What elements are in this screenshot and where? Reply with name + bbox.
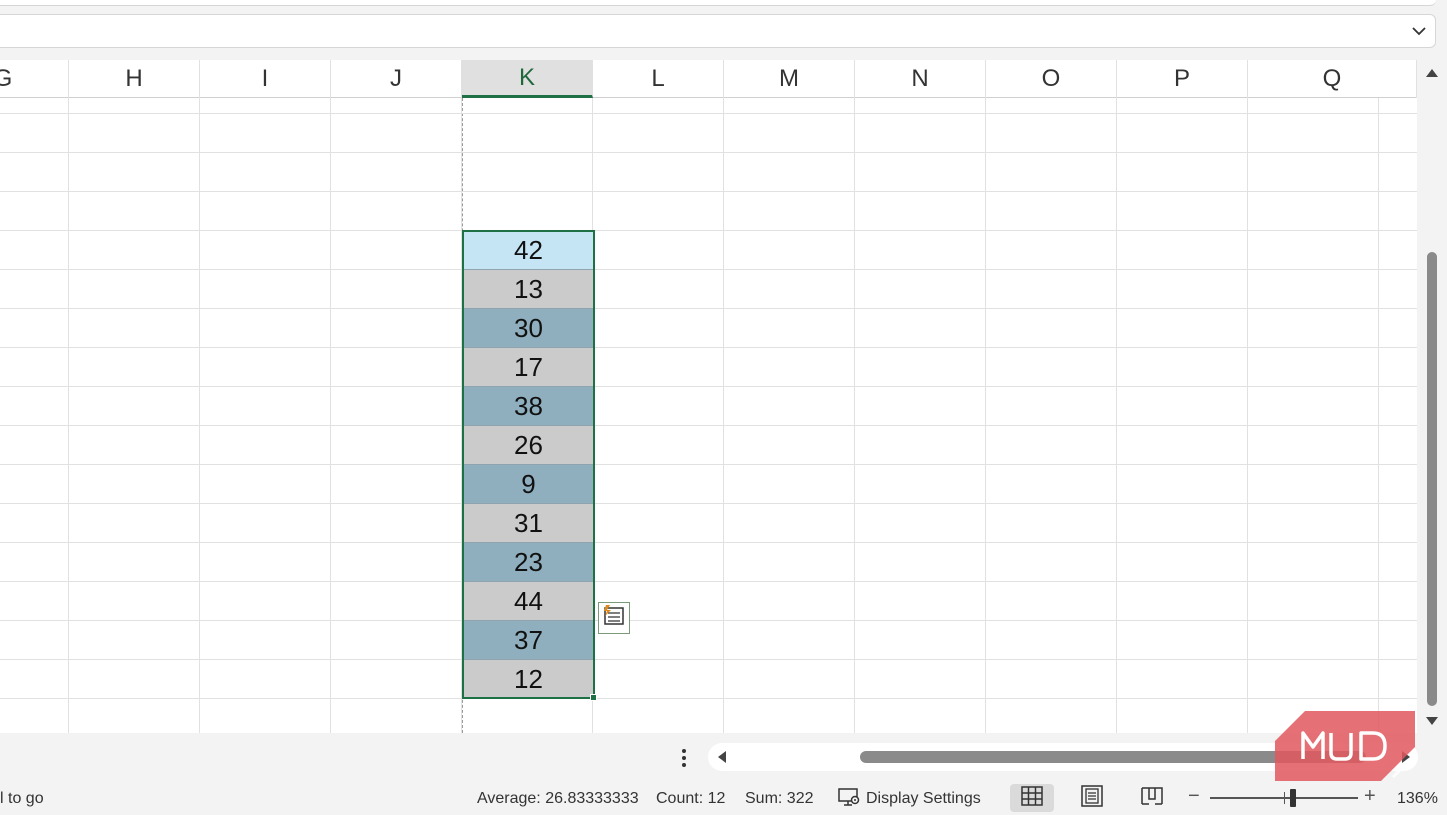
grid-vline [1116, 98, 1117, 733]
column-header-q[interactable]: Q [1248, 60, 1417, 98]
grid-hline [0, 542, 1417, 543]
grid-hline [0, 581, 1417, 582]
cell-k2[interactable]: 13 [463, 270, 594, 309]
scroll-down-icon[interactable] [1425, 714, 1439, 728]
grid-hline [0, 386, 1417, 387]
display-settings-button[interactable]: Display Settings [838, 786, 981, 812]
column-header-h[interactable]: H [69, 60, 200, 98]
cell-k1[interactable]: 42 [463, 231, 594, 270]
page-icon [1081, 784, 1103, 812]
grid-hline [0, 698, 1417, 699]
scroll-right-icon[interactable] [1398, 749, 1414, 765]
grid-hline [0, 191, 1417, 192]
grid-vline [461, 98, 462, 733]
grid-hline [0, 308, 1417, 309]
page-break-icon [1141, 785, 1163, 812]
grid-vline [985, 98, 986, 733]
grid-vline [68, 98, 69, 733]
column-header-row: GHIJKLMNOPQ [0, 60, 1417, 98]
normal-view-button[interactable] [1010, 784, 1054, 812]
grid-hline [0, 269, 1417, 270]
column-header-n[interactable]: N [855, 60, 986, 98]
cell-k3[interactable]: 30 [463, 309, 594, 348]
column-header-j[interactable]: J [331, 60, 462, 98]
status-bar: l to go Average: 26.83333333 Count: 12 S… [0, 781, 1447, 815]
zoom-level[interactable]: 136% [1397, 790, 1438, 808]
grid-hline [0, 464, 1417, 465]
worksheet-grid[interactable]: 42 13 30 17 38 26 9 31 23 44 37 12 [0, 98, 1417, 733]
cell-k11[interactable]: 37 [463, 621, 594, 660]
vertical-scrollbar[interactable] [1417, 60, 1447, 733]
cell-k4[interactable]: 17 [463, 348, 594, 387]
cell-k6[interactable]: 26 [463, 426, 594, 465]
grid-hline [0, 152, 1417, 153]
vertical-scroll-thumb[interactable] [1427, 252, 1437, 706]
scroll-up-icon[interactable] [1425, 66, 1439, 80]
grid-hline [0, 230, 1417, 231]
column-header-m[interactable]: M [724, 60, 855, 98]
column-header-g[interactable]: G [0, 60, 69, 98]
formula-bar[interactable] [0, 14, 1436, 48]
grid-vline [1378, 98, 1379, 733]
cell-k5[interactable]: 38 [463, 387, 594, 426]
display-settings-label: Display Settings [866, 790, 981, 807]
grid-hline [0, 620, 1417, 621]
grid-vline [1247, 98, 1248, 733]
grid-hline [0, 503, 1417, 504]
grid-icon [1021, 785, 1043, 811]
column-header-p[interactable]: P [1117, 60, 1248, 98]
monitor-gear-icon [838, 787, 862, 812]
grid-hline [0, 347, 1417, 348]
status-count[interactable]: Count: 12 [656, 790, 725, 808]
column-header-l[interactable]: L [593, 60, 724, 98]
page-layout-view-button[interactable] [1070, 784, 1114, 812]
status-sum[interactable]: Sum: 322 [745, 790, 813, 808]
status-average[interactable]: Average: 26.83333333 [477, 790, 639, 808]
chevron-down-icon[interactable] [1409, 21, 1429, 41]
column-header-o[interactable]: O [986, 60, 1117, 98]
sheet-tab-bar [0, 733, 1447, 781]
column-header-k[interactable]: K [462, 60, 593, 98]
scroll-left-icon[interactable] [714, 749, 730, 765]
grid-hline [0, 659, 1417, 660]
horizontal-scroll-thumb[interactable] [860, 751, 1366, 763]
page-break-view-button[interactable] [1130, 784, 1174, 812]
quick-analysis-button[interactable] [598, 602, 630, 634]
grid-vline [199, 98, 200, 733]
zoom-in-button[interactable]: + [1364, 785, 1376, 808]
column-header-i[interactable]: I [200, 60, 331, 98]
zoom-slider-midpoint [1284, 792, 1285, 804]
status-mode-text: l to go [0, 790, 44, 807]
grid-vline [723, 98, 724, 733]
cell-k10[interactable]: 44 [463, 582, 594, 621]
horizontal-scrollbar[interactable] [708, 743, 1418, 771]
cell-k9[interactable]: 23 [463, 543, 594, 582]
cell-k7[interactable]: 9 [463, 465, 594, 504]
quick-analysis-icon [602, 604, 626, 633]
cell-k8[interactable]: 31 [463, 504, 594, 543]
zoom-out-button[interactable]: − [1188, 785, 1200, 808]
ribbon-edge [0, 0, 1436, 6]
grid-hline [0, 113, 1417, 114]
grid-vline [330, 98, 331, 733]
grid-vline [854, 98, 855, 733]
excel-window: GHIJKLMNOPQ 42 13 30 17 38 26 9 31 23 44 37 12 [0, 0, 1447, 815]
zoom-slider-thumb[interactable] [1290, 789, 1296, 807]
more-options-icon[interactable] [674, 747, 694, 769]
cell-k12[interactable]: 12 [463, 660, 594, 699]
grid-hline [0, 425, 1417, 426]
fill-handle[interactable] [590, 694, 597, 701]
